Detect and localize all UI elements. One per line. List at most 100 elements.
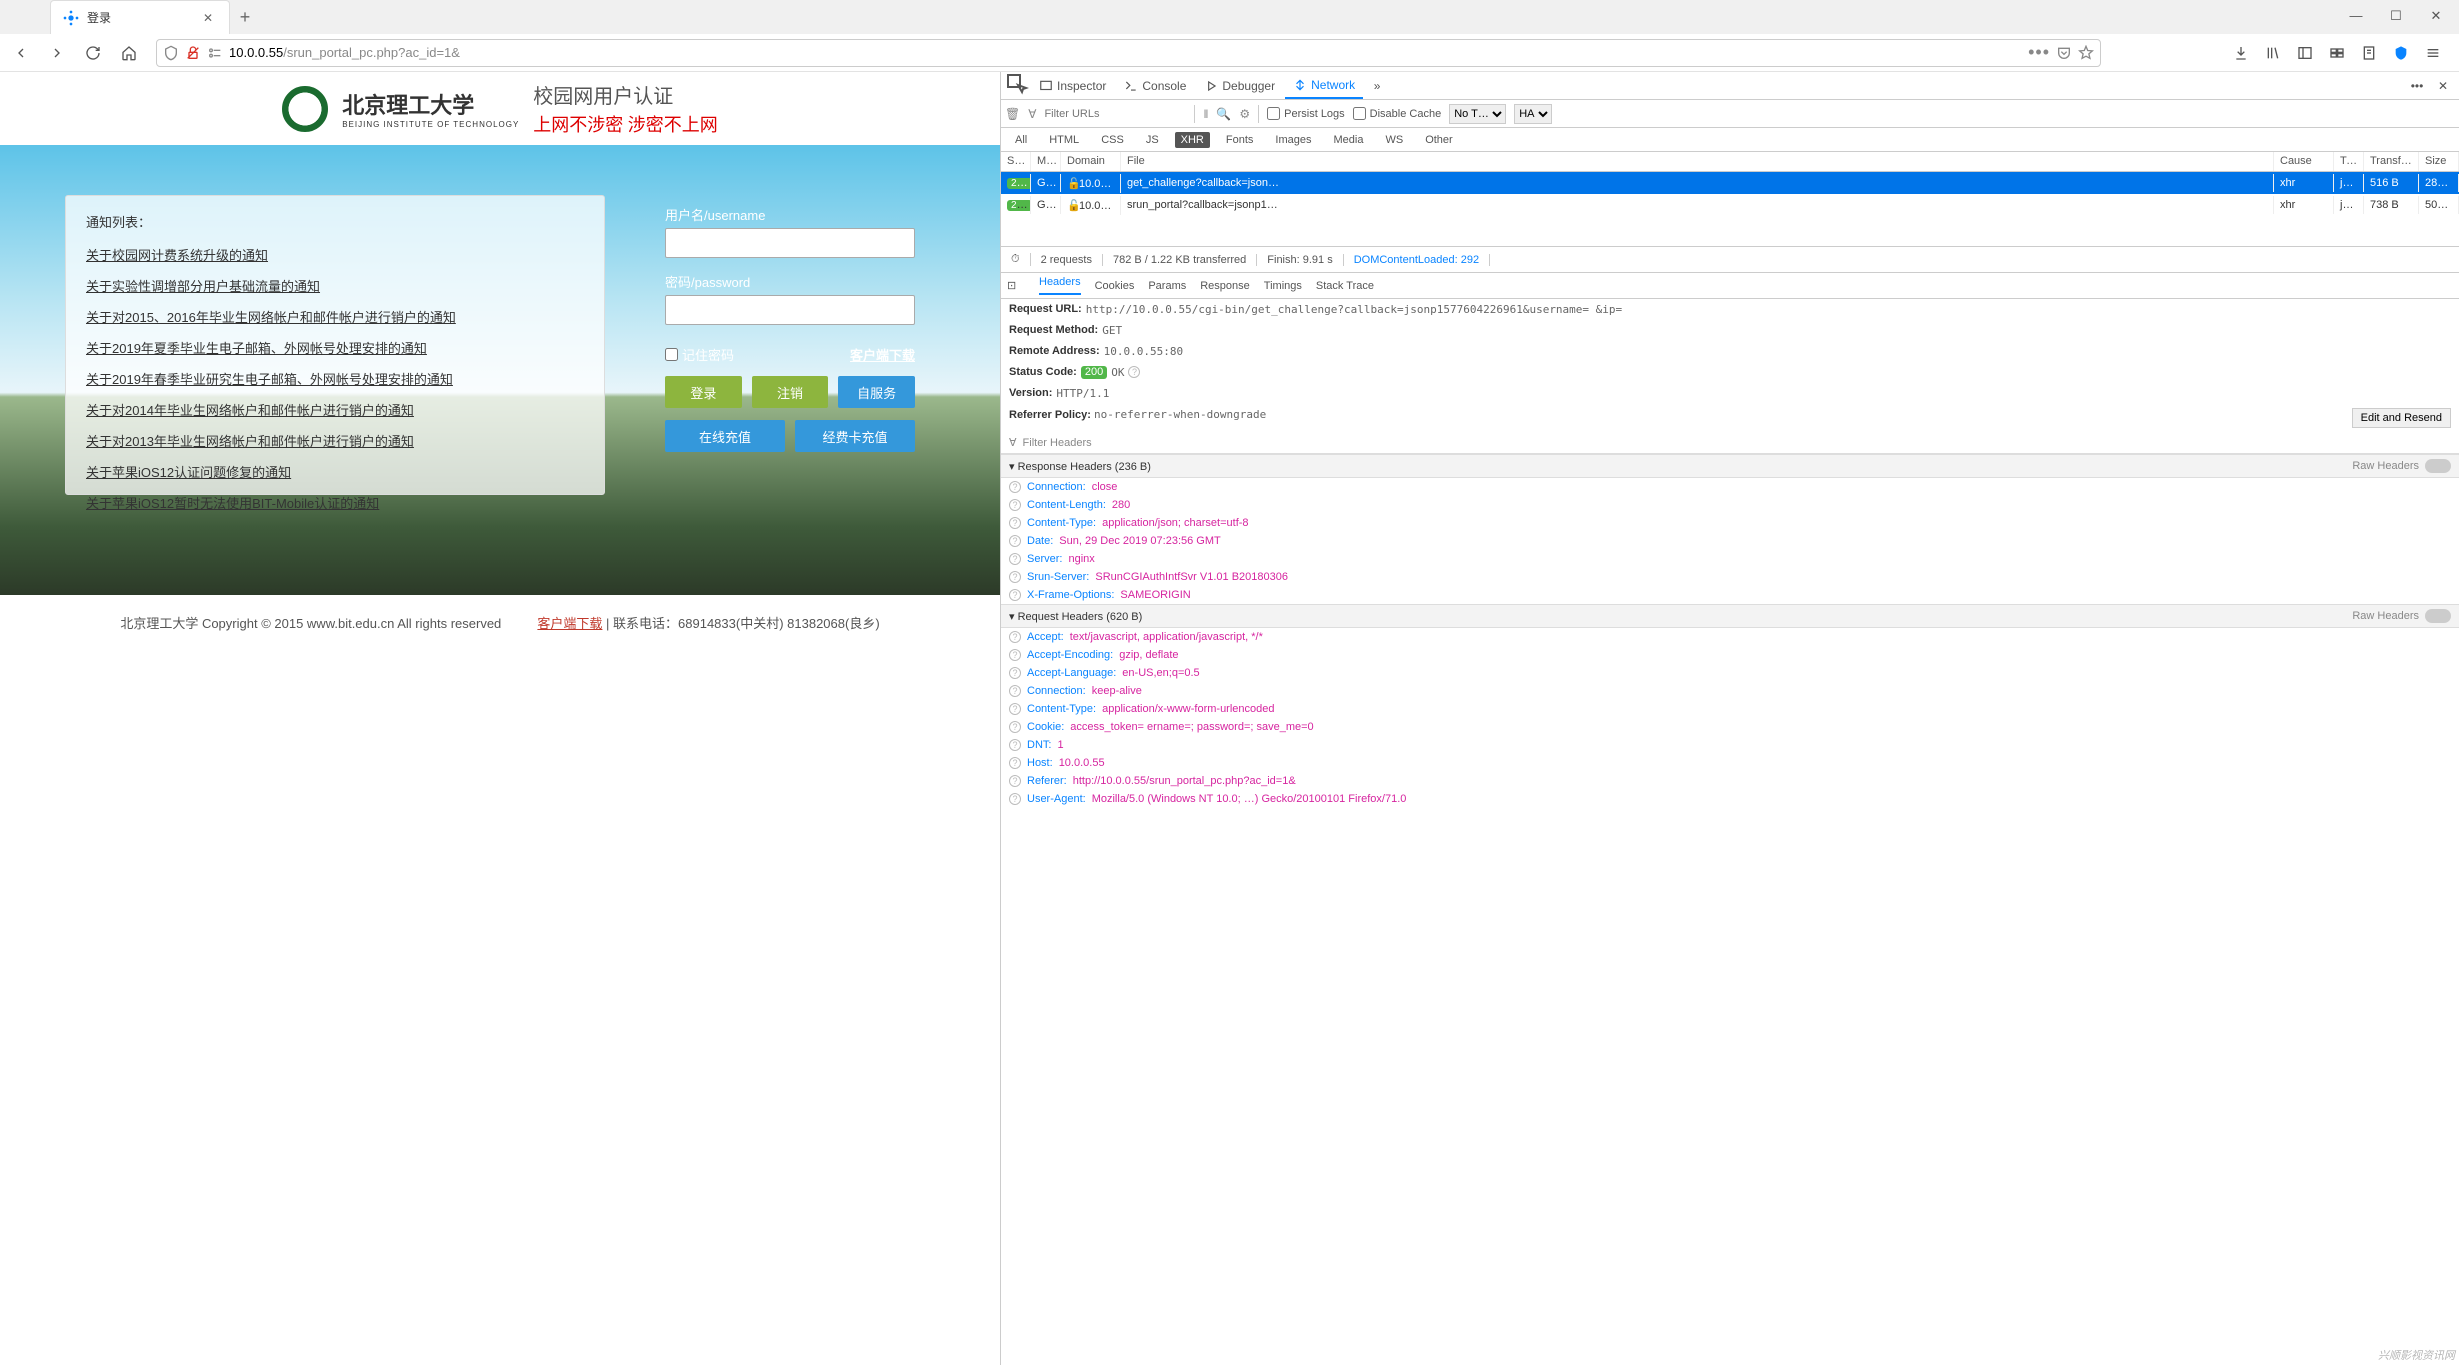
username-input[interactable] [665,228,915,258]
notice-link[interactable]: 关于对2015、2016年毕业生网络帐户和邮件帐户进行销户的通知 [86,310,456,325]
help-icon[interactable]: ? [1009,685,1021,697]
type-ws[interactable]: WS [1379,132,1409,148]
filter-urls-input[interactable] [1044,108,1186,120]
tab-inspector[interactable]: Inspector [1031,73,1114,99]
filter-icon[interactable]: ∀ [1028,107,1036,121]
help-icon[interactable]: ? [1009,775,1021,787]
recharge-button[interactable]: 在线充值 [665,420,785,452]
logout-button[interactable]: 注销 [752,376,829,408]
detail-tab-params[interactable]: Params [1148,280,1186,292]
filter-headers-input[interactable]: Filter Headers [1023,437,1092,449]
raw-headers-toggle[interactable] [2425,459,2451,473]
inspect-element-icon[interactable] [1005,72,1029,99]
type-html[interactable]: HTML [1043,132,1085,148]
type-other[interactable]: Other [1419,132,1459,148]
persist-logs-checkbox[interactable]: Persist Logs [1267,107,1345,120]
help-icon[interactable]: ? [1009,535,1021,547]
close-window-button[interactable]: ✕ [2425,8,2447,24]
settings-gear-icon[interactable]: ⚙ [1239,107,1250,121]
help-icon[interactable]: ? [1009,757,1021,769]
help-icon[interactable]: ? [1009,667,1021,679]
detail-tab-stack[interactable]: Stack Trace [1316,280,1374,292]
login-button[interactable]: 登录 [665,376,742,408]
tab-console[interactable]: Console [1116,73,1194,99]
menu-icon[interactable] [2419,38,2447,68]
client-download-link[interactable]: 客户端下载 [850,345,915,364]
pause-icon[interactable]: ‖ [1203,107,1208,121]
notice-link[interactable]: 关于实验性调增部分用户基础流量的通知 [86,279,320,294]
help-icon[interactable]: ? [1009,553,1021,565]
notice-link[interactable]: 关于校园网计费系统升级的通知 [86,248,268,263]
table-row[interactable]: 200 GET 🔓10.0.0.… get_challenge?callback… [1001,172,2459,194]
forward-button[interactable] [42,38,72,68]
help-icon[interactable]: ? [1009,481,1021,493]
type-xhr[interactable]: XHR [1175,132,1210,148]
devtools-menu-icon[interactable]: ••• [2405,79,2429,93]
request-headers-section[interactable]: ▾ Request Headers (620 B)Raw Headers [1001,604,2459,628]
table-row[interactable]: 200 GET 🔓10.0.0.… srun_portal?callback=j… [1001,194,2459,216]
help-icon[interactable]: ? [1009,631,1021,643]
cardrecharge-button[interactable]: 经费卡充值 [795,420,915,452]
help-icon[interactable]: ? [1128,366,1140,378]
help-icon[interactable]: ? [1009,703,1021,715]
throttle-select[interactable]: No T… [1449,104,1506,124]
edit-resend-button[interactable]: Edit and Resend [2352,408,2451,428]
url-bar[interactable]: 10.0.0.55/srun_portal_pc.php?ac_id=1& ••… [156,39,2101,67]
browser-tab[interactable]: 登录 ✕ [50,0,230,34]
detail-tab-timings[interactable]: Timings [1264,280,1302,292]
response-headers-section[interactable]: ▾ Response Headers (236 B)Raw Headers [1001,454,2459,478]
raw-headers-toggle[interactable] [2425,609,2451,623]
downloads-icon[interactable] [2227,38,2255,68]
footer-download-link[interactable]: 客户端下载 [537,616,602,631]
notice-link[interactable]: 关于对2014年毕业生网络帐户和邮件帐户进行销户的通知 [86,403,414,418]
containers-icon[interactable] [2323,38,2351,68]
perf-icon[interactable]: ⏱ [1001,253,1031,266]
detail-tab-response[interactable]: Response [1200,280,1250,292]
bookmark-star-icon[interactable] [2078,45,2094,61]
overflow-tabs-icon[interactable]: » [1365,79,1389,93]
minimize-button[interactable]: — [2345,8,2367,24]
disable-cache-checkbox[interactable]: Disable Cache [1353,107,1442,120]
help-icon[interactable]: ? [1009,517,1021,529]
help-icon[interactable]: ? [1009,739,1021,751]
notice-link[interactable]: 关于2019年夏季毕业生电子邮箱、外网帐号处理安排的通知 [86,341,427,356]
notes-icon[interactable] [2355,38,2383,68]
type-all[interactable]: All [1009,132,1033,148]
sidebar-icon[interactable] [2291,38,2319,68]
ublock-icon[interactable] [2387,38,2415,68]
notice-link[interactable]: 关于2019年春季毕业研究生电子邮箱、外网帐号处理安排的通知 [86,372,453,387]
har-select[interactable]: HA [1514,104,1552,124]
maximize-button[interactable]: ☐ [2385,8,2407,24]
notice-link[interactable]: 关于苹果iOS12认证问题修复的通知 [86,465,291,480]
new-tab-button[interactable]: + [230,7,260,28]
back-button[interactable] [6,38,36,68]
remember-checkbox[interactable]: 记住密码 [665,345,734,364]
tab-network[interactable]: Network [1285,73,1363,99]
home-button[interactable] [114,38,144,68]
library-icon[interactable] [2259,38,2287,68]
type-css[interactable]: CSS [1095,132,1130,148]
selfservice-button[interactable]: 自服务 [838,376,915,408]
help-icon[interactable]: ? [1009,499,1021,511]
help-icon[interactable]: ? [1009,721,1021,733]
password-input[interactable] [665,295,915,325]
page-actions-icon[interactable]: ••• [2028,42,2050,63]
help-icon[interactable]: ? [1009,793,1021,805]
detail-tab-cookies[interactable]: Cookies [1095,280,1135,292]
tab-debugger[interactable]: Debugger [1196,73,1283,99]
search-icon[interactable]: 🔍 [1216,107,1231,121]
type-media[interactable]: Media [1327,132,1369,148]
type-images[interactable]: Images [1269,132,1317,148]
help-icon[interactable]: ? [1009,571,1021,583]
type-fonts[interactable]: Fonts [1220,132,1260,148]
notice-link[interactable]: 关于苹果iOS12暂时无法使用BIT-Mobile认证的通知 [86,496,379,511]
devtools-close-icon[interactable]: ✕ [2431,79,2455,93]
help-icon[interactable]: ? [1009,589,1021,601]
close-tab-icon[interactable]: ✕ [203,11,217,25]
help-icon[interactable]: ? [1009,649,1021,661]
type-js[interactable]: JS [1140,132,1165,148]
pocket-icon[interactable] [2056,45,2072,61]
trash-icon[interactable]: 🗑 [1005,107,1020,121]
notice-link[interactable]: 关于对2013年毕业生网络帐户和邮件帐户进行销户的通知 [86,434,414,449]
close-detail-icon[interactable]: ⊡ [1007,279,1025,292]
